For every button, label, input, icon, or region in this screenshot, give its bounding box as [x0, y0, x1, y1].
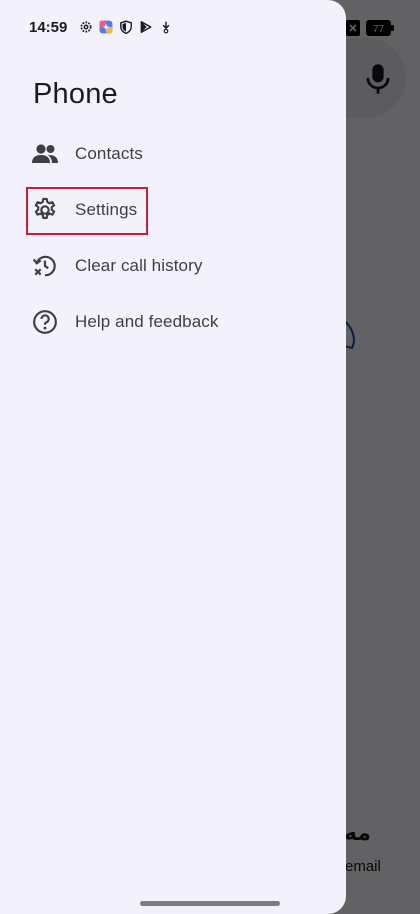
photos-icon — [99, 20, 113, 34]
shield-icon — [120, 20, 133, 34]
status-clock: 14:59 — [29, 18, 68, 36]
battery-icon: 77 — [366, 20, 394, 36]
status-bar-left: 14:59 — [29, 16, 173, 38]
navigation-drawer: 14:59 Phone Contacts Settings Clear call… — [0, 0, 346, 914]
drawer-item-clear-call-history[interactable]: Clear call history — [30, 244, 330, 288]
drawer-item-help-and-feedback[interactable]: Help and feedback — [30, 300, 330, 344]
drawer-item-label: Contacts — [75, 144, 143, 163]
drawer-item-label: Clear call history — [75, 256, 203, 275]
close-box-icon — [346, 20, 360, 36]
download-icon — [162, 21, 170, 34]
drawer-item-label: Help and feedback — [75, 312, 219, 331]
settings-highlight-box — [26, 187, 148, 235]
battery-level: 77 — [373, 24, 385, 35]
gesture-nav-handle[interactable] — [140, 901, 280, 906]
gear-icon — [80, 21, 92, 33]
play-icon — [141, 21, 152, 33]
drawer-title: Phone — [33, 78, 118, 110]
contacts-icon — [30, 139, 60, 169]
help-icon — [30, 307, 60, 337]
drawer-item-contacts[interactable]: Contacts — [30, 132, 330, 176]
clear-history-icon — [30, 251, 60, 281]
